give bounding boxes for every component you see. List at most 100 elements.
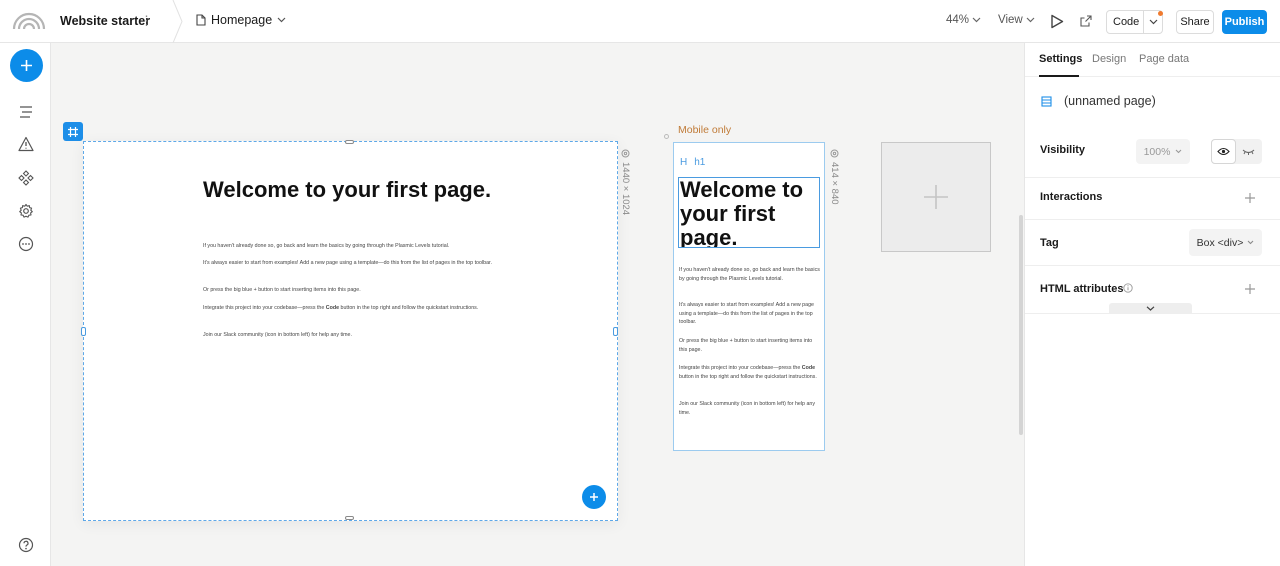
project-menu-icon[interactable]: ⋮ (140, 13, 153, 29)
desktop-size-label: 1440 × 1024 (620, 162, 631, 216)
body-paragraph[interactable]: Or press the big blue + button to start … (203, 287, 503, 294)
code-button[interactable]: Code (1106, 10, 1163, 34)
code-label: Code (1113, 16, 1140, 28)
info-icon[interactable] (1123, 283, 1133, 293)
project-name[interactable]: Website starter (60, 14, 150, 28)
external-link-icon[interactable] (1080, 15, 1092, 27)
body-paragraph[interactable]: Integrate this project into your codebas… (203, 305, 503, 312)
components-icon[interactable] (18, 170, 34, 186)
notification-dot (1158, 11, 1163, 16)
toolbar-divider (172, 0, 183, 43)
zoom-level: 44% (946, 14, 970, 26)
resize-handle-left[interactable] (81, 327, 86, 336)
tab-design[interactable]: Design (1092, 53, 1126, 65)
tag-select[interactable]: Box <div> (1189, 229, 1262, 256)
mobile-size-label: 414 × 840 (829, 162, 840, 205)
active-tab-indicator (1039, 75, 1079, 77)
settings-icon[interactable] (18, 203, 34, 219)
element-tag: H h1 (680, 157, 705, 168)
play-icon[interactable] (1050, 14, 1064, 29)
interactions-label: Interactions (1040, 191, 1103, 203)
chevron-down-icon (1176, 149, 1182, 154)
interactions-section: Interactions (1025, 178, 1280, 220)
chevron-down-icon (1026, 17, 1035, 23)
top-toolbar: Website starter ⋮ Homepage 44% View Code… (0, 0, 1280, 43)
codebase-text-before: Integrate this project into your codebas… (679, 365, 802, 371)
gear-icon (830, 149, 839, 158)
more-icon[interactable] (18, 236, 34, 252)
eye-icon (1217, 147, 1230, 156)
opacity-select[interactable]: 100% (1136, 139, 1190, 164)
help-icon[interactable] (18, 537, 34, 553)
visibility-toggle (1211, 139, 1262, 164)
desktop-dimensions: 1440 × 1024 (620, 149, 631, 215)
page-name-label[interactable]: (unnamed page) (1064, 94, 1156, 108)
page-identity: (unnamed page) (1041, 94, 1156, 108)
hidden-button[interactable] (1236, 139, 1261, 164)
code-dropdown[interactable] (1144, 19, 1162, 25)
codebase-text-after: button in the top right and follow the q… (339, 305, 479, 311)
outline-icon[interactable] (18, 104, 34, 120)
view-menu[interactable]: View (998, 14, 1035, 26)
expand-section-button[interactable] (1109, 303, 1192, 314)
panel-tabs: Settings Design Page data (1025, 43, 1280, 77)
visible-button[interactable] (1211, 139, 1236, 164)
body-paragraph[interactable]: It's always easier to start from example… (679, 301, 821, 327)
properties-panel: Settings Design Page data (unnamed page)… (1024, 43, 1280, 566)
logo-icon[interactable] (12, 10, 46, 30)
canvas-scrollbar[interactable] (1019, 215, 1023, 435)
warning-icon[interactable] (18, 136, 34, 152)
desktop-artboard[interactable]: Welcome to your first page. If you haven… (81, 140, 618, 521)
left-rail (0, 43, 51, 566)
page-heading[interactable]: Welcome to your first page. (203, 178, 503, 202)
page-component-icon (1041, 95, 1052, 107)
tag-label: Tag (1040, 237, 1059, 249)
page-selector[interactable]: Homepage (196, 13, 286, 27)
body-paragraph[interactable]: Join our Slack community (icon in bottom… (203, 332, 503, 339)
insert-button[interactable] (10, 49, 43, 82)
resize-handle-top[interactable] (345, 140, 354, 144)
body-paragraph[interactable]: Integrate this project into your codebas… (679, 364, 821, 381)
add-artboard-button[interactable] (881, 142, 991, 252)
plus-icon (590, 493, 598, 501)
body-paragraph[interactable]: Or press the big blue + button to start … (679, 337, 821, 354)
page-icon (196, 14, 206, 26)
codebase-text-after: button in the top right and follow the q… (679, 373, 817, 380)
frame-icon (68, 126, 78, 137)
html-attributes-label: HTML attributes (1040, 283, 1124, 295)
body-paragraph[interactable]: Join our Slack community (icon in bottom… (679, 400, 821, 417)
tag-value: Box <div> (1196, 236, 1244, 249)
body-paragraph[interactable]: If you haven't already done so, go back … (679, 266, 821, 283)
heading-icon: H (680, 157, 688, 168)
body-paragraph[interactable]: It's always easier to start from example… (203, 260, 503, 267)
page-name: Homepage (211, 13, 273, 27)
opacity-value: 100% (1143, 145, 1171, 158)
insert-item-button[interactable] (582, 485, 606, 509)
resize-handle-right[interactable] (613, 327, 618, 336)
tag-name: h1 (694, 157, 706, 168)
selected-heading[interactable]: Welcome to your first page. (678, 177, 820, 248)
code-keyword: Code (325, 305, 340, 311)
mobile-dimensions: 414 × 840 (829, 149, 840, 205)
share-button[interactable]: Share (1176, 10, 1214, 34)
zoom-selector[interactable]: 44% (946, 14, 981, 26)
code-keyword: Code (801, 365, 816, 371)
add-attribute-icon[interactable] (1244, 283, 1256, 295)
publish-button[interactable]: Publish (1222, 10, 1267, 34)
mobile-frame-label[interactable]: Mobile only (678, 124, 731, 136)
plus-icon (21, 60, 32, 71)
eye-closed-icon (1242, 149, 1255, 155)
body-paragraph[interactable]: If you haven't already done so, go back … (203, 243, 503, 250)
mobile-artboard[interactable]: H h1 Welcome to your first page. If you … (673, 142, 825, 451)
artboard-button[interactable] (63, 122, 83, 141)
tab-page-data[interactable]: Page data (1139, 53, 1189, 65)
chevron-down-icon (1146, 306, 1155, 311)
chevron-down-icon (1247, 240, 1254, 245)
gear-icon (621, 149, 630, 158)
resize-handle-bottom[interactable] (345, 516, 354, 520)
add-interaction-icon[interactable] (1244, 192, 1256, 204)
visibility-label: Visibility (1040, 144, 1086, 156)
tab-settings[interactable]: Settings (1039, 53, 1082, 65)
view-label: View (998, 14, 1023, 26)
mobile-frame-handle[interactable] (664, 134, 669, 139)
